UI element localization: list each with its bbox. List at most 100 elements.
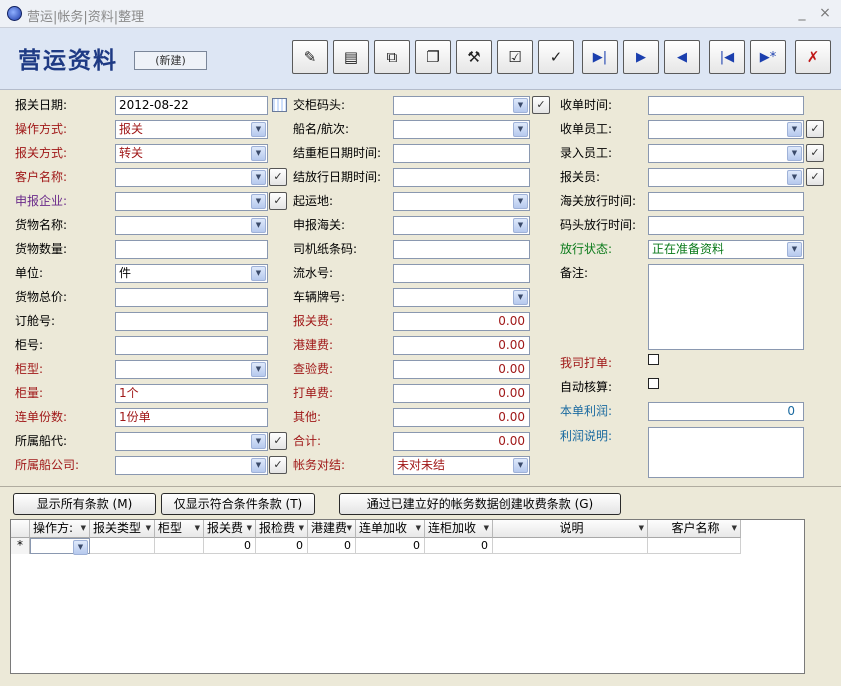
chevron-down-icon[interactable]: ▼ — [513, 194, 528, 209]
driver-code-field[interactable] — [393, 240, 530, 259]
chevron-down-icon[interactable]: ▼ — [484, 520, 489, 537]
tools-icon[interactable]: ⚒ — [456, 40, 492, 74]
filter-check-icon[interactable]: ✓ — [538, 40, 574, 74]
ship-company-picker-icon[interactable]: ✓ — [269, 456, 287, 474]
declarer-select[interactable]: ▼ — [115, 192, 268, 211]
plate-select[interactable]: ▼ — [393, 288, 530, 307]
chevron-down-icon[interactable]: ▼ — [195, 520, 200, 537]
serial-field[interactable] — [393, 264, 530, 283]
copy-icon[interactable]: ⧉ — [374, 40, 410, 74]
grid-header-1[interactable]: 报关类型 ▼ — [90, 520, 155, 538]
chevron-down-icon[interactable]: ▼ — [251, 458, 266, 473]
grid-cell[interactable] — [155, 538, 204, 554]
booking-field[interactable] — [115, 312, 268, 331]
receive-staff-picker-icon[interactable]: ✓ — [806, 120, 824, 138]
terminal-picker-icon[interactable]: ✓ — [532, 96, 550, 114]
customs-office-select[interactable]: ▼ — [393, 216, 530, 235]
fee-port-field[interactable]: 0.00 — [393, 336, 530, 355]
release-status-select[interactable]: 正在准备资料 ▼ — [648, 240, 804, 259]
chevron-down-icon[interactable]: ▼ — [81, 520, 86, 537]
chevron-down-icon[interactable]: ▼ — [787, 122, 802, 137]
profit-note-textarea[interactable] — [648, 427, 804, 478]
chevron-down-icon[interactable]: ▼ — [787, 242, 802, 257]
fee-other-field[interactable]: 0.00 — [393, 408, 530, 427]
chevron-down-icon[interactable]: ▼ — [247, 520, 252, 537]
entry-staff-select[interactable]: ▼ — [648, 144, 804, 163]
receive-staff-select[interactable]: ▼ — [648, 120, 804, 139]
bill-copies-field[interactable]: 1份单 — [115, 408, 268, 427]
grid-header-9[interactable]: 客户名称 ▼ — [648, 520, 741, 538]
vessel-select[interactable]: ▼ — [393, 120, 530, 139]
grid-cell[interactable] — [493, 538, 648, 554]
release-time-field[interactable] — [393, 168, 530, 187]
chevron-down-icon[interactable]: ▼ — [513, 218, 528, 233]
auto-check-checkbox[interactable] — [648, 378, 659, 389]
chevron-down-icon[interactable]: ▼ — [513, 98, 528, 113]
terminal-select[interactable]: ▼ — [393, 96, 530, 115]
chevron-down-icon[interactable]: ▼ — [251, 146, 266, 161]
chevron-down-icon[interactable]: ▼ — [251, 266, 266, 281]
chevron-down-icon[interactable]: ▼ — [146, 520, 151, 537]
minimize-button[interactable]: _ — [795, 5, 809, 21]
reweigh-time-field[interactable] — [393, 144, 530, 163]
chevron-down-icon[interactable]: ▼ — [299, 520, 304, 537]
chevron-down-icon[interactable]: ▼ — [251, 434, 266, 449]
grid-header-7[interactable]: 连柜加收 ▼ — [425, 520, 493, 538]
properties-icon[interactable]: ▤ — [333, 40, 369, 74]
container-no-field[interactable] — [115, 336, 268, 355]
goods-name-select[interactable]: ▼ — [115, 216, 268, 235]
grid-cell[interactable] — [648, 538, 741, 554]
chevron-down-icon[interactable]: ▼ — [416, 520, 421, 537]
remarks-textarea[interactable] — [648, 264, 804, 350]
prev-icon[interactable]: ◀ — [664, 40, 700, 74]
grid-cell[interactable]: 0 — [425, 538, 493, 554]
unit-select[interactable]: 件 ▼ — [115, 264, 268, 283]
agent-picker-icon[interactable]: ✓ — [269, 432, 287, 450]
grid-cell[interactable]: ▼ — [30, 538, 90, 555]
chevron-down-icon[interactable]: ▼ — [251, 362, 266, 377]
grid-header-6[interactable]: 连单加收 ▼ — [356, 520, 425, 538]
grid-corner[interactable] — [11, 520, 30, 538]
terminal-release-field[interactable] — [648, 216, 804, 235]
origin-select[interactable]: ▼ — [393, 192, 530, 211]
customs-mode-select[interactable]: 转关 ▼ — [115, 144, 268, 163]
grid-cell[interactable] — [90, 538, 155, 554]
grid-header-5[interactable]: 港建费 ▼ — [308, 520, 356, 538]
ship-company-select[interactable]: ▼ — [115, 456, 268, 475]
first-icon[interactable]: |◀ — [709, 40, 745, 74]
clipboard-check-icon[interactable]: ☑ — [497, 40, 533, 74]
chevron-down-icon[interactable]: ▼ — [251, 194, 266, 209]
agent-select[interactable]: ▼ — [115, 432, 268, 451]
copy-all-icon[interactable]: ❐ — [415, 40, 451, 74]
grid-header-4[interactable]: 报检费 ▼ — [256, 520, 308, 538]
recon-select[interactable]: 未对未结 ▼ — [393, 456, 530, 475]
chevron-down-icon[interactable]: ▼ — [513, 122, 528, 137]
customer-picker-icon[interactable]: ✓ — [269, 168, 287, 186]
goods-qty-field[interactable] — [115, 240, 268, 259]
receive-time-field[interactable] — [648, 96, 804, 115]
show-match-button[interactable]: 仅显示符合条件条款 (T) — [161, 493, 315, 515]
grid-cell[interactable]: 0 — [356, 538, 425, 554]
customs-release-field[interactable] — [648, 192, 804, 211]
show-all-button[interactable]: 显示所有条款 (M) — [13, 493, 156, 515]
fee-inspect-field[interactable]: 0.00 — [393, 360, 530, 379]
edit-icon[interactable]: ✎ — [292, 40, 328, 74]
grid-header-3[interactable]: 报关费 ▼ — [204, 520, 256, 538]
grid-header-8[interactable]: 说明 ▼ — [493, 520, 648, 538]
chevron-down-icon[interactable]: ▼ — [639, 520, 644, 537]
chevron-down-icon[interactable]: ▼ — [787, 170, 802, 185]
chevron-down-icon[interactable]: ▼ — [513, 458, 528, 473]
new-record-icon[interactable]: ▶* — [750, 40, 786, 74]
grid-header-2[interactable]: 柜型 ▼ — [155, 520, 204, 538]
chevron-down-icon[interactable]: ▼ — [732, 520, 737, 537]
close-button[interactable]: × — [818, 5, 832, 21]
chevron-down-icon[interactable]: ▼ — [347, 520, 352, 537]
container-qty-field[interactable]: 1个 — [115, 384, 268, 403]
chevron-down-icon[interactable]: ▼ — [513, 290, 528, 305]
next-icon[interactable]: ▶ — [623, 40, 659, 74]
op-mode-select[interactable]: 报关 ▼ — [115, 120, 268, 139]
grid-cell[interactable]: 0 — [256, 538, 308, 554]
grid-cell[interactable]: 0 — [308, 538, 356, 554]
declarant-select[interactable]: ▼ — [648, 168, 804, 187]
total-field[interactable]: 0.00 — [393, 432, 530, 451]
